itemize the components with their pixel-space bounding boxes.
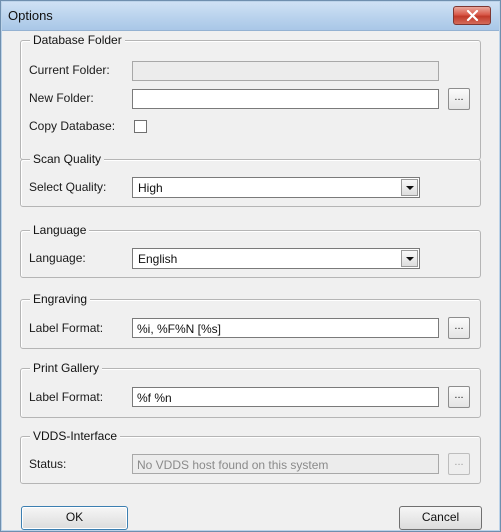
- scan-quality-legend: Scan Quality: [30, 152, 105, 166]
- engraving-label-format-field[interactable]: %i, %F%N [%s]: [132, 318, 439, 338]
- dialog-body: Database Folder Current Folder: New Fold…: [9, 31, 492, 530]
- scan-quality-group: Scan Quality Select Quality: High: [20, 152, 481, 207]
- vdds-status-field[interactable]: No VDDS host found on this system: [132, 454, 439, 474]
- database-folder-group: Database Folder Current Folder: New Fold…: [20, 33, 481, 160]
- window-title: Options: [8, 8, 53, 23]
- language-group: Language Language: English: [20, 223, 481, 278]
- quality-dropdown-button[interactable]: [401, 179, 418, 196]
- print-gallery-browse-button[interactable]: ...: [448, 386, 470, 408]
- language-select[interactable]: English: [132, 248, 420, 269]
- cancel-button[interactable]: Cancel: [399, 506, 482, 530]
- print-gallery-label-format-field[interactable]: %f %n: [132, 387, 439, 407]
- vdds-interface-legend: VDDS-Interface: [30, 429, 121, 443]
- options-dialog: Options Database Folder Current Folder: …: [0, 0, 501, 532]
- ok-button[interactable]: OK: [21, 506, 128, 530]
- engraving-browse-button[interactable]: ...: [448, 317, 470, 339]
- new-folder-field[interactable]: [132, 89, 439, 109]
- title-bar[interactable]: Options: [2, 2, 499, 31]
- language-dropdown-button[interactable]: [401, 250, 418, 267]
- new-folder-browse-button[interactable]: ...: [448, 88, 470, 110]
- print-gallery-label-format-label: Label Format:: [29, 390, 104, 404]
- quality-selected-value: High: [138, 181, 163, 195]
- new-folder-label: New Folder:: [29, 91, 94, 105]
- copy-database-label: Copy Database:: [29, 119, 116, 133]
- select-quality-label: Select Quality:: [29, 180, 107, 194]
- database-folder-legend: Database Folder: [30, 33, 125, 47]
- vdds-browse-button[interactable]: ...: [448, 453, 470, 475]
- language-legend: Language: [30, 223, 90, 237]
- print-gallery-group: Print Gallery Label Format: %f %n ...: [20, 361, 481, 418]
- current-folder-label: Current Folder:: [29, 63, 110, 77]
- vdds-interface-group: VDDS-Interface Status: No VDDS host foun…: [20, 429, 481, 484]
- vdds-status-label: Status:: [29, 457, 67, 471]
- engraving-group: Engraving Label Format: %i, %F%N [%s] ..…: [20, 292, 481, 349]
- close-button[interactable]: [453, 6, 491, 25]
- language-label: Language:: [29, 251, 86, 265]
- engraving-label-format-label: Label Format:: [29, 321, 104, 335]
- language-selected-value: English: [138, 252, 178, 266]
- close-icon: [466, 10, 479, 21]
- print-gallery-legend: Print Gallery: [30, 361, 103, 375]
- quality-select[interactable]: High: [132, 177, 420, 198]
- chevron-down-icon: [406, 257, 414, 261]
- engraving-legend: Engraving: [30, 292, 91, 306]
- current-folder-field[interactable]: [132, 61, 439, 81]
- chevron-down-icon: [406, 186, 414, 190]
- copy-database-checkbox[interactable]: [134, 120, 147, 133]
